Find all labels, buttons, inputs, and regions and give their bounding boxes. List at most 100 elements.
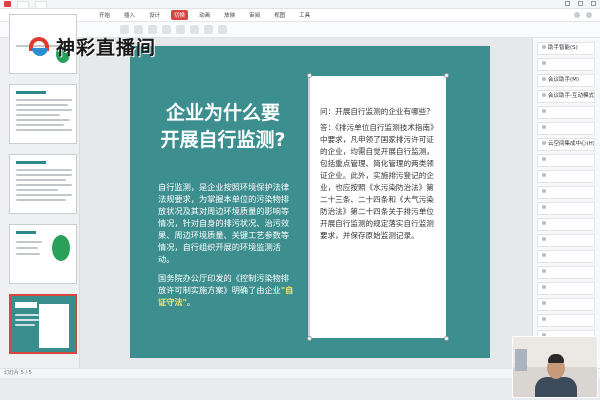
- side-panel-item[interactable]: 会议助手(M): [537, 74, 595, 87]
- side-panel-item[interactable]: [537, 234, 595, 247]
- thumbnail-row[interactable]: [2, 294, 78, 356]
- side-panel-item-label: 助手智能(S): [548, 45, 578, 51]
- slide-thumbnail[interactable]: [9, 224, 77, 284]
- user-icon[interactable]: [586, 12, 592, 18]
- item-icon: [542, 237, 546, 241]
- menu-item[interactable]: 开始: [96, 10, 113, 20]
- bottom-strip: [0, 378, 600, 400]
- screen: 开始 插入 设计 切换 动画 放映 审阅 视图 工具 企业为什么要 开展自行监测…: [0, 0, 600, 400]
- side-panel-item[interactable]: [537, 122, 595, 135]
- slide-thumbnail[interactable]: [9, 154, 77, 214]
- title-bar: [0, 0, 600, 9]
- side-panel-item[interactable]: [537, 170, 595, 183]
- close-icon[interactable]: [591, 1, 596, 6]
- resize-handle[interactable]: [444, 336, 449, 341]
- slide-body-text: 自行监测，是企业按照环境保护法律法规要求，为掌握本单位的污染物排放状况及其对周边…: [158, 182, 290, 264]
- side-panel-item[interactable]: [537, 202, 595, 215]
- right-side-panel: 助手智能(S) 会议助手(M) 会议助手-互动模式 云空间集成中心(H): [532, 38, 600, 368]
- side-panel-item[interactable]: [537, 266, 595, 279]
- tool-button[interactable]: [190, 25, 199, 34]
- menu-bar: 开始 插入 设计 切换 动画 放映 审阅 视图 工具: [0, 9, 600, 22]
- window-controls: [565, 1, 596, 6]
- resize-handle[interactable]: [307, 336, 312, 341]
- slide-body-text-2: 国务院办公厅印发的《控制污染物排放许可制实施方案》明确了由企业"自证守法"。: [158, 272, 296, 308]
- menu-item[interactable]: 设计: [146, 10, 163, 20]
- side-panel-item[interactable]: [537, 314, 595, 327]
- item-icon: [542, 109, 546, 113]
- item-icon: [542, 301, 546, 305]
- item-icon: [542, 125, 546, 129]
- menu-item[interactable]: 视图: [271, 10, 288, 20]
- qa-text-box[interactable]: 问：开展自行监测的企业有哪些？ 答：《排污单位自行监测技术指南》中要求，凡申领了…: [307, 73, 449, 341]
- slide-counter: 幻灯片 5 / 5: [4, 370, 32, 376]
- menubar-right-icons: [574, 12, 592, 18]
- qa-answer: 答：《排污单位自行监测技术指南》中要求，凡申领了国家排污许可证的企业，均需自觉开…: [320, 123, 438, 240]
- slide-canvas: 企业为什么要 开展自行监测? 自行监测，是企业按照环境保护法律法规要求，为掌握本…: [80, 38, 532, 368]
- menu-item[interactable]: 工具: [296, 10, 313, 20]
- watermark-text: 神彩直播间: [56, 37, 157, 59]
- item-icon: [542, 141, 546, 145]
- tab-document[interactable]: [35, 0, 47, 8]
- thumbnail-row[interactable]: [2, 84, 78, 146]
- side-panel-item-label: 会议助手(M): [548, 77, 580, 83]
- app-logo-icon: [4, 1, 11, 7]
- side-panel-item[interactable]: [537, 106, 595, 119]
- thumbnail-row[interactable]: [2, 154, 78, 216]
- item-icon: [542, 189, 546, 193]
- side-panel-item[interactable]: [537, 298, 595, 311]
- slide-thumbnail-selected[interactable]: [9, 294, 77, 354]
- resize-handle[interactable]: [444, 73, 449, 78]
- item-icon: [542, 253, 546, 257]
- item-icon: [542, 205, 546, 209]
- side-panel-item[interactable]: 云空间集成中心(H): [537, 138, 595, 151]
- side-panel-item[interactable]: [537, 58, 595, 71]
- side-panel-item[interactable]: [537, 154, 595, 167]
- body2-prefix: 国务院办公厅印发的《控制污染物排放许可制实施方案》明确了由企业: [158, 273, 290, 295]
- body2-suffix: 。: [186, 297, 196, 307]
- item-icon: [542, 157, 546, 161]
- side-panel-item[interactable]: 会议助手-互动模式: [537, 90, 595, 103]
- side-panel-item[interactable]: [537, 250, 595, 263]
- item-icon: [542, 173, 546, 177]
- side-panel-item[interactable]: [537, 282, 595, 295]
- menu-item[interactable]: 放映: [221, 10, 238, 20]
- item-icon: [542, 269, 546, 273]
- menu-item[interactable]: 动画: [196, 10, 213, 20]
- minimize-icon[interactable]: [565, 1, 570, 6]
- side-panel-item-label: 会议助手-互动模式: [548, 93, 594, 99]
- menu-item[interactable]: 切换: [171, 10, 189, 20]
- title-line: 企业为什么要: [165, 102, 280, 124]
- slide-thumbnails-panel: [0, 14, 80, 368]
- item-icon: [542, 221, 546, 225]
- item-icon: [542, 285, 546, 289]
- title-line: 开展自行监测?: [160, 129, 286, 151]
- tool-button[interactable]: [176, 25, 185, 34]
- qa-content: 问：开展自行监测的企业有哪些？ 答：《排污单位自行监测技术指南》中要求，凡申领了…: [320, 106, 440, 242]
- tool-button[interactable]: [204, 25, 213, 34]
- side-panel-item[interactable]: [537, 218, 595, 231]
- item-icon: [542, 45, 546, 49]
- resize-handle[interactable]: [307, 73, 312, 78]
- side-panel-item-label: 云空间集成中心(H): [548, 141, 595, 147]
- qa-question: 问：开展自行监测的企业有哪些？: [320, 107, 434, 116]
- menu-item[interactable]: 插入: [121, 10, 138, 20]
- tab-home[interactable]: [17, 0, 29, 8]
- watermark: 神彩直播间: [28, 33, 156, 60]
- thumbnail-row[interactable]: [2, 224, 78, 286]
- webcam-video: [512, 336, 598, 398]
- side-panel-item[interactable]: 助手智能(S): [537, 42, 595, 55]
- side-panel-item[interactable]: [537, 186, 595, 199]
- status-bar: 幻灯片 5 / 5: [0, 368, 600, 378]
- slide-thumbnail[interactable]: [9, 84, 77, 144]
- maximize-icon[interactable]: [578, 1, 583, 6]
- slide-title: 企业为什么要 开展自行监测?: [158, 100, 288, 154]
- tool-button[interactable]: [162, 25, 171, 34]
- tool-button[interactable]: [218, 25, 227, 34]
- menu-item[interactable]: 审阅: [246, 10, 263, 20]
- item-icon: [542, 93, 546, 97]
- item-icon: [542, 61, 546, 65]
- item-icon: [542, 317, 546, 321]
- watermark-logo-icon: [28, 36, 52, 58]
- current-slide[interactable]: 企业为什么要 开展自行监测? 自行监测，是企业按照环境保护法律法规要求，为掌握本…: [130, 46, 490, 358]
- share-icon[interactable]: [574, 12, 580, 18]
